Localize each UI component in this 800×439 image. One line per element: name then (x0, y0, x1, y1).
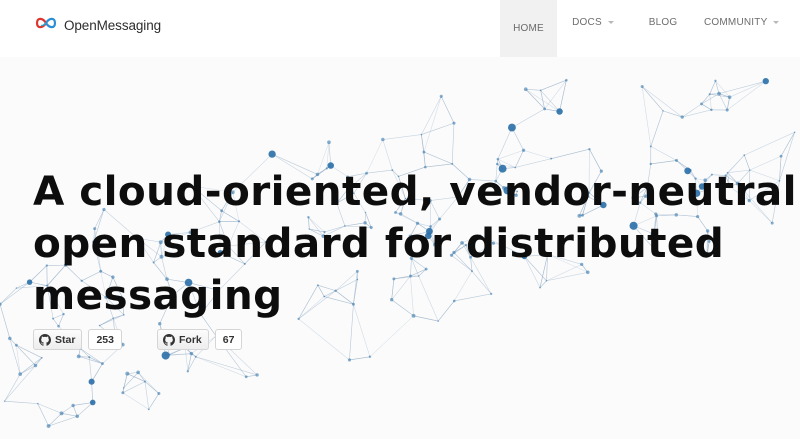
github-icon (39, 333, 51, 346)
caret-down-icon (607, 20, 614, 24)
nav-item-community[interactable]: COMMUNITY (697, 0, 797, 44)
headline-line: open standard for distributed (33, 219, 725, 267)
github-fork-group: Fork 67 (157, 329, 243, 350)
nav-item-home[interactable]: HOME (500, 0, 557, 57)
github-star-group: Star 253 (33, 329, 122, 350)
hero-section: A cloud-oriented, vendor-neutral open st… (0, 57, 800, 439)
github-fork-count[interactable]: 67 (214, 329, 243, 350)
nav-item-label: DOCS (572, 16, 602, 28)
nav-item-label: COMMUNITY (704, 16, 768, 28)
github-icon (163, 333, 175, 346)
nav-item-label: BLOG (648, 16, 678, 28)
caret-down-icon (773, 20, 780, 24)
headline-line: A cloud-oriented, vendor-neutral (33, 167, 797, 215)
brand-logo[interactable]: OpenMessaging (34, 13, 161, 38)
brand-name: OpenMessaging (64, 18, 162, 33)
infinity-logo-icon (34, 13, 58, 38)
nav-item-blog[interactable]: BLOG (629, 0, 697, 44)
main-nav: HOME DOCS BLOG COMMUNITY (500, 0, 800, 57)
headline-line: messaging (33, 271, 283, 319)
nav-item-label: HOME (513, 23, 544, 34)
hero-headline: A cloud-oriented, vendor-neutral open st… (33, 165, 797, 321)
github-fork-label: Fork (179, 333, 202, 346)
nav-item-docs[interactable]: DOCS (557, 0, 629, 44)
site-header: OpenMessaging HOME DOCS BLOG COMMUNITY (0, 0, 800, 57)
github-star-count[interactable]: 253 (88, 329, 122, 350)
github-star-button[interactable]: Star (33, 329, 83, 350)
github-star-label: Star (55, 333, 76, 346)
github-fork-button[interactable]: Fork (157, 329, 209, 350)
